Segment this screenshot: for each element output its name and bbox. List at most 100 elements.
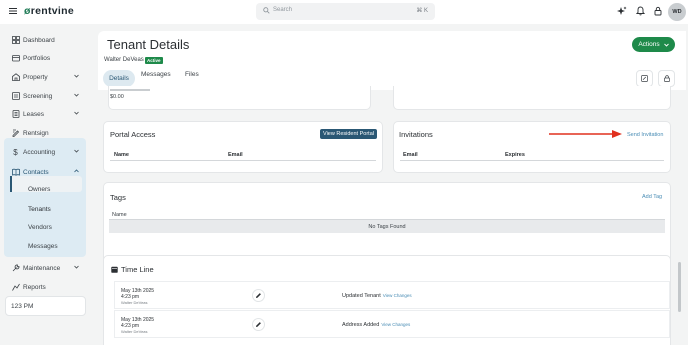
- avatar[interactable]: WD: [668, 3, 686, 21]
- timeline-entry: May 13th 2025 4:23 pm Walter DeVeas Addr…: [114, 310, 670, 338]
- invitations-title: Invitations: [399, 130, 433, 139]
- sidebar-item-label: Leases: [23, 110, 44, 118]
- search-input[interactable]: Search ⌘ K: [256, 3, 435, 20]
- column-header-name: Name: [114, 152, 129, 158]
- view-resident-portal-button[interactable]: View Resident Portal: [320, 129, 377, 139]
- sign-icon: [11, 129, 20, 138]
- sparkle-icon[interactable]: [617, 6, 627, 16]
- entry-author: Walter DeVeas: [121, 300, 148, 305]
- timeline-date: May 13th 2025 4:23 pm Walter DeVeas: [121, 317, 154, 335]
- pencil-icon: [252, 289, 265, 302]
- chevron-down-icon: [74, 93, 79, 97]
- sidebar-item-portfolios[interactable]: Portfolios: [11, 52, 87, 64]
- lock-button[interactable]: [658, 70, 675, 87]
- menu-icon[interactable]: [9, 7, 17, 15]
- timeline-card: Time Line May 13th 2025 4:23 pm Walter D…: [103, 255, 671, 345]
- actions-button[interactable]: Actions: [632, 37, 675, 52]
- timeline-entry: May 13th 2025 4:23 pm Walter DeVeas Upda…: [114, 281, 670, 309]
- portal-access-card: Portal Access View Resident Portal Name …: [103, 121, 383, 173]
- view-changes-link[interactable]: View Changes: [383, 293, 412, 298]
- tab-files[interactable]: Files: [185, 71, 199, 78]
- edit-document-button[interactable]: [636, 70, 653, 87]
- lock-icon: [663, 75, 670, 82]
- sidebar-item-label: Accounting: [23, 148, 56, 156]
- column-header-expires: Expires: [505, 152, 525, 158]
- lease-icon: [11, 110, 20, 119]
- sidebar-item-property[interactable]: Property: [11, 71, 87, 83]
- send-invitation-link[interactable]: Send Invitation: [627, 132, 663, 138]
- column-header-email: Email: [228, 152, 243, 158]
- chevron-down-icon: [74, 265, 79, 269]
- bell-icon[interactable]: [636, 6, 645, 16]
- page-header: Tenant Details Walter DeVeas Active Acti…: [98, 31, 686, 90]
- entry-author: Walter DeVeas: [121, 329, 148, 334]
- main-content: Tenant Details Walter DeVeas Active Acti…: [98, 31, 688, 345]
- divider: [400, 160, 664, 161]
- sidebar-item-reports[interactable]: Reports: [11, 281, 87, 293]
- empty-state: No Tags Found: [109, 220, 665, 233]
- sidebar-item-label: Reports: [23, 283, 46, 291]
- view-changes-link[interactable]: View Changes: [381, 322, 410, 327]
- grid-icon: [11, 36, 20, 45]
- divider: [110, 160, 376, 161]
- actions-label: Actions: [638, 41, 660, 48]
- timeline-title: Time Line: [121, 265, 154, 274]
- add-tag-link[interactable]: Add Tag: [642, 194, 662, 200]
- wrench-icon: [11, 264, 20, 273]
- top-bar: ørentvine Search ⌘ K WD: [0, 0, 688, 24]
- sidebar-item-label: Property: [23, 73, 48, 81]
- sidebar-item-contacts[interactable]: Contacts: [11, 166, 87, 178]
- sidebar-subitem-vendors[interactable]: Vendors: [28, 224, 52, 231]
- sidebar-item-label: Portfolios: [23, 54, 51, 62]
- sidebar-item-accounting[interactable]: $ Accounting: [11, 146, 87, 158]
- edit-document-icon: [641, 75, 648, 82]
- sidebar-item-label: Contacts: [23, 168, 49, 176]
- tab-details[interactable]: Details: [103, 70, 135, 87]
- chevron-down-icon: [74, 111, 79, 115]
- red-arrow-annotation: [549, 130, 622, 138]
- chevron-down-icon: [74, 149, 79, 153]
- portal-access-title: Portal Access: [110, 130, 156, 139]
- sidebar-item-screening[interactable]: Screening: [11, 90, 87, 102]
- pencil-icon: [252, 318, 265, 331]
- sidebar-subitem-owners[interactable]: Owners: [28, 186, 50, 193]
- book-icon: [11, 168, 20, 177]
- sidebar-item-rentsign[interactable]: Rentsign: [11, 127, 87, 139]
- sidebar-item-label: Rentsign: [23, 129, 49, 137]
- tenant-name: Walter DeVeas: [104, 57, 144, 63]
- timeline-event: Updated Tenant View Changes: [342, 293, 412, 299]
- building-icon: [11, 73, 20, 82]
- summary-card: $0.00: [108, 86, 371, 110]
- sidebar-item-label: Maintenance: [23, 264, 61, 272]
- invitations-card: Invitations Send Invitation Email Expire…: [393, 121, 671, 173]
- sidebar-item-leases[interactable]: Leases: [11, 108, 87, 120]
- sidebar-subitem-tenants[interactable]: Tenants: [28, 206, 51, 213]
- search-placeholder: Search: [273, 7, 293, 13]
- chevron-down-icon: [663, 43, 669, 47]
- sidebar-subitem-messages[interactable]: Messages: [28, 243, 58, 250]
- page-title: Tenant Details: [107, 37, 190, 52]
- folder-icon: [11, 54, 20, 63]
- sidebar-item-label: Screening: [23, 92, 53, 100]
- page-scrollbar[interactable]: [678, 262, 681, 312]
- report-icon: [11, 283, 20, 292]
- sidebar-item-maintenance[interactable]: Maintenance: [11, 262, 87, 274]
- status-badge: Active: [145, 57, 163, 64]
- sidebar-item-label: Dashboard: [23, 36, 55, 44]
- timeline-event: Address Added View Changes: [342, 322, 410, 328]
- sidebar-item-dashboard[interactable]: Dashboard: [11, 34, 87, 46]
- tab-messages[interactable]: Messages: [141, 71, 171, 78]
- app-logo[interactable]: ørentvine: [24, 5, 74, 17]
- timeline-date: May 13th 2025 4:23 pm Walter DeVeas: [121, 288, 154, 306]
- tags-title: Tags: [110, 193, 126, 202]
- search-shortcut: ⌘ K: [416, 8, 428, 14]
- event-label: Updated Tenant: [342, 293, 381, 299]
- summary-card-right: [393, 86, 671, 110]
- column-header-email: Email: [403, 152, 418, 158]
- summary-value: $0.00: [110, 94, 124, 100]
- calendar-icon: [111, 266, 118, 273]
- lock-icon[interactable]: [654, 6, 662, 16]
- dollar-icon: $: [13, 147, 18, 157]
- search-icon: [263, 7, 270, 14]
- clipped-label: [110, 89, 150, 91]
